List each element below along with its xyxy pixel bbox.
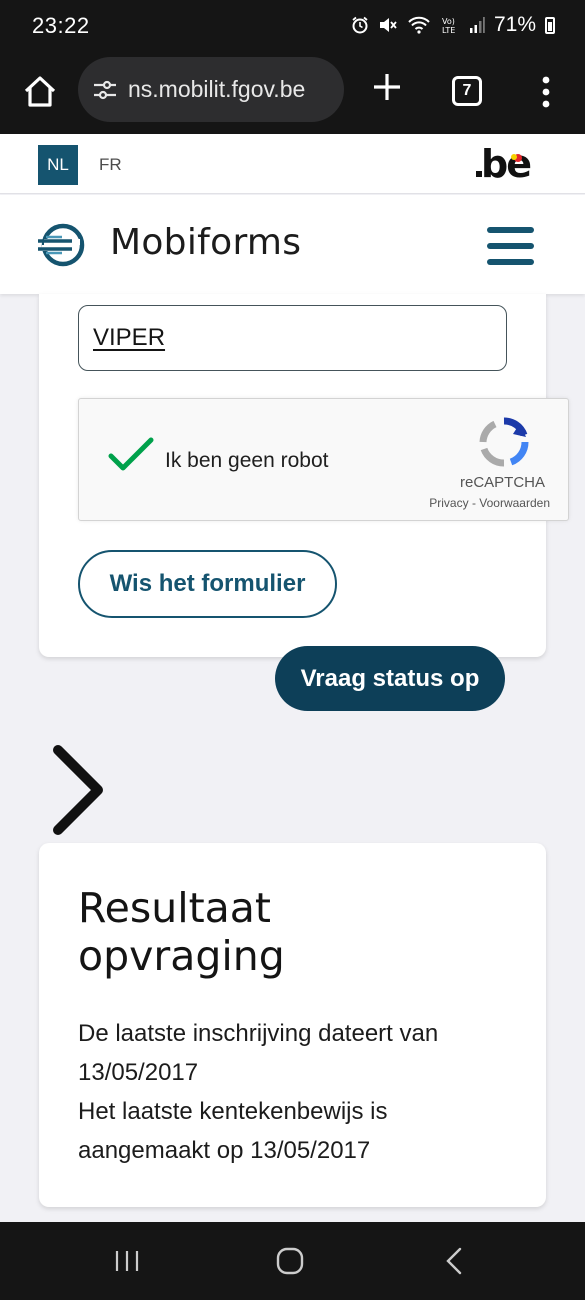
new-tab-icon[interactable] — [370, 70, 404, 104]
request-status-button[interactable]: Vraag status op — [275, 646, 505, 711]
checkmark-icon[interactable] — [107, 435, 155, 475]
system-nav-bar — [0, 1222, 585, 1300]
chevron-right-icon[interactable] — [50, 744, 108, 836]
status-icons: Vo) LTE 71% — [351, 13, 555, 37]
back-icon[interactable] — [444, 1247, 464, 1275]
site-settings-icon[interactable] — [90, 75, 120, 105]
svg-text:LTE: LTE — [442, 26, 455, 35]
mute-icon — [379, 18, 397, 32]
result-title: Resultaat opvraging — [78, 884, 285, 980]
hamburger-menu-icon[interactable] — [487, 227, 534, 267]
battery-percent: 71% — [493, 13, 536, 36]
more-menu-icon[interactable] — [536, 72, 556, 112]
site-title[interactable]: Mobiforms — [110, 222, 301, 263]
browser-toolbar: ns.mobilit.fgov.be 7 — [0, 52, 585, 134]
recaptcha-widget[interactable]: Ik ben geen robot reCAPTCHA Privacy - Vo… — [78, 398, 569, 521]
result-registration-line: De laatste inschrijving dateert van 13/0… — [78, 1020, 439, 1086]
site-header: Mobiforms — [0, 195, 585, 294]
battery-icon — [545, 16, 555, 34]
recaptcha-label: Ik ben geen robot — [165, 449, 329, 472]
recaptcha-privacy-terms-links[interactable]: Privacy - Voorwaarden — [429, 496, 550, 510]
home-icon[interactable] — [20, 72, 60, 112]
mobiforms-logo-icon[interactable] — [36, 221, 88, 269]
recaptcha-brand: reCAPTCHA — [460, 474, 546, 491]
alarm-icon — [352, 16, 368, 34]
license-plate-input[interactable]: VIPER — [78, 305, 507, 371]
signal-icon — [469, 17, 485, 33]
tab-switcher-button[interactable]: 7 — [452, 76, 482, 106]
recaptcha-logo-icon — [479, 417, 529, 467]
status-time: 23:22 — [32, 13, 90, 38]
language-fr-link[interactable]: FR — [99, 155, 122, 175]
address-bar[interactable]: ns.mobilit.fgov.be — [78, 57, 344, 122]
be-logo[interactable]: be — [474, 141, 532, 185]
recent-apps-icon[interactable] — [113, 1249, 141, 1273]
svg-text:be: be — [481, 142, 530, 185]
svg-text:Vo): Vo) — [442, 17, 455, 26]
result-certificate-line: Het laatste kentekenbewijs is aangemaakt… — [78, 1098, 388, 1164]
license-plate-value: VIPER — [93, 324, 166, 351]
language-nl-button[interactable]: NL — [38, 145, 78, 185]
wifi-icon — [408, 16, 430, 34]
result-text: De laatste inschrijving dateert van 13/0… — [78, 1014, 518, 1170]
status-bar: 23:22 Vo) LTE 71% — [0, 0, 585, 52]
clear-form-button[interactable]: Wis het formulier — [78, 550, 337, 618]
volte-icon: Vo)LTE — [442, 17, 455, 35]
system-home-icon[interactable] — [276, 1247, 304, 1275]
url-text: ns.mobilit.fgov.be — [128, 76, 306, 102]
